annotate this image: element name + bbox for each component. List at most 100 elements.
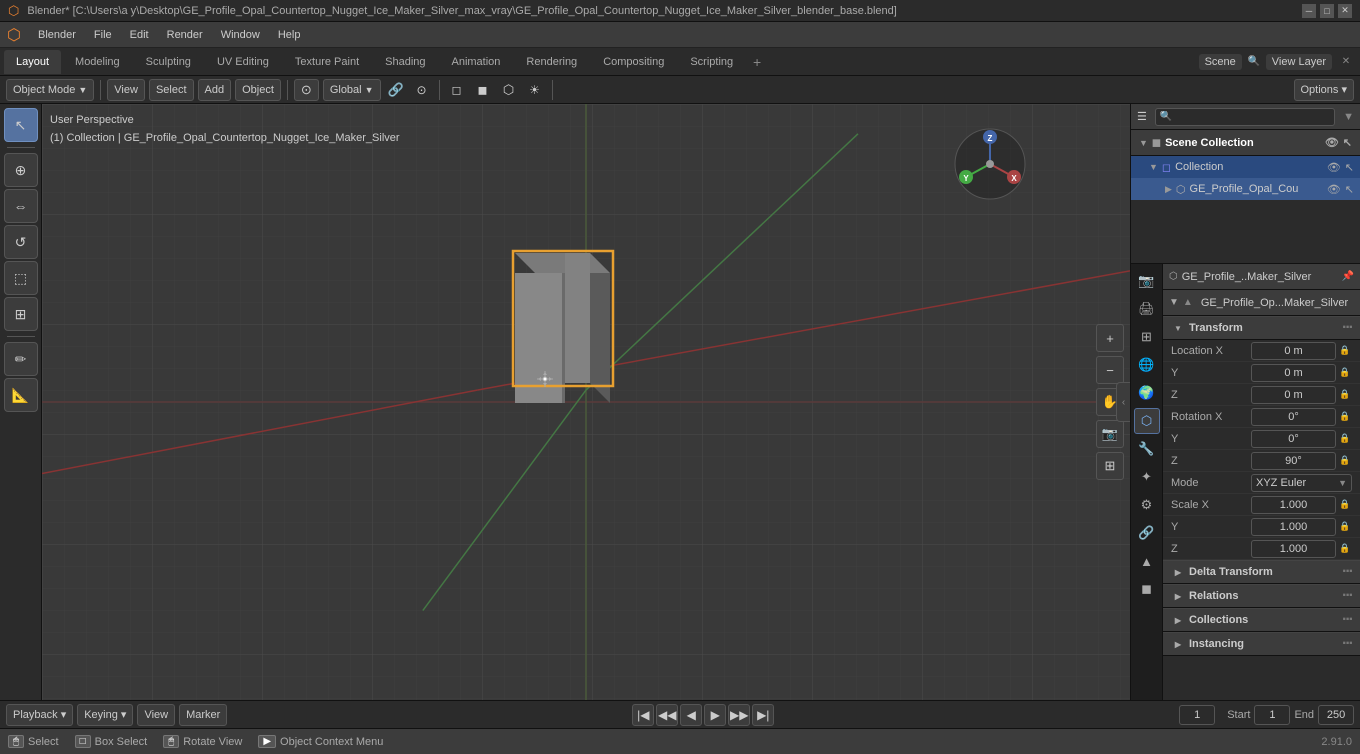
location-x-lock-icon[interactable]: 🔒 [1338, 344, 1352, 358]
material-properties-icon[interactable]: ◼ [1134, 576, 1160, 602]
outliner-search-input[interactable] [1155, 108, 1335, 126]
orientation-gizmo[interactable]: Z X Y [950, 124, 1030, 204]
rotation-z-lock-icon[interactable]: 🔒 [1338, 454, 1352, 468]
menu-window[interactable]: Window [213, 25, 268, 45]
transform-more-button[interactable]: ··· [1342, 319, 1352, 337]
scale-x-lock-icon[interactable]: 🔒 [1338, 498, 1352, 512]
viewport-shading-mode[interactable]: ⊙ [294, 79, 319, 101]
object-hide-icon[interactable]: 👁 [1327, 183, 1341, 196]
location-y-lock-icon[interactable]: 🔒 [1338, 366, 1352, 380]
zoom-in-button[interactable]: + [1096, 324, 1124, 352]
maximize-button[interactable]: □ [1320, 4, 1334, 18]
jump-back-button[interactable]: ◀ [680, 704, 702, 726]
tab-modeling[interactable]: Modeling [63, 50, 132, 74]
add-menu[interactable]: Add [198, 79, 232, 101]
relations-more-button[interactable]: ··· [1342, 587, 1352, 605]
jump-to-start-button[interactable]: |◀ [632, 704, 654, 726]
world-properties-icon[interactable]: 🌍 [1134, 380, 1160, 406]
global-transform-dropdown[interactable]: Global ▼ [323, 79, 381, 101]
rendered-preview-btn[interactable]: ☀ [524, 79, 546, 101]
active-object-item[interactable]: ▶ ⬡ GE_Profile_Opal_Cou 👁 ↖ [1131, 178, 1360, 200]
relations-section-header[interactable]: ▶ Relations ··· [1163, 584, 1360, 608]
collection-item[interactable]: ▼ ◻ Collection 👁 ↖ [1131, 156, 1360, 178]
location-z-field[interactable]: 0 m [1251, 386, 1336, 404]
options-dropdown[interactable]: Options ▾ [1294, 79, 1355, 101]
local-global-toggle[interactable]: ⊞ [1096, 452, 1124, 480]
tab-layout[interactable]: Layout [4, 50, 61, 74]
rotation-z-field[interactable]: 90° [1251, 452, 1336, 470]
transform-section-header[interactable]: ▼ Transform ··· [1163, 316, 1360, 340]
collections-more-button[interactable]: ··· [1342, 611, 1352, 629]
view-layer-properties-icon[interactable]: ⊞ [1134, 324, 1160, 350]
panel-collapse-button[interactable]: ‹ [1116, 382, 1130, 422]
tab-uv-editing[interactable]: UV Editing [205, 50, 281, 74]
delta-more-button[interactable]: ··· [1342, 563, 1352, 581]
render-properties-icon[interactable]: 📷 [1134, 268, 1160, 294]
scene-name[interactable]: Scene [1199, 54, 1242, 70]
menu-file[interactable]: File [86, 25, 120, 45]
tab-compositing[interactable]: Compositing [591, 50, 676, 74]
jump-forward-button[interactable]: ▶▶ [728, 704, 750, 726]
zoom-out-button[interactable]: − [1096, 356, 1124, 384]
move-tool-button[interactable]: ⇔ [4, 189, 38, 223]
view-layer-close-icon[interactable]: ✕ [1336, 52, 1356, 72]
marker-dropdown[interactable]: Marker [179, 704, 227, 726]
select-menu[interactable]: Select [149, 79, 194, 101]
scale-z-field[interactable]: 1.000 [1251, 540, 1336, 558]
close-button[interactable]: ✕ [1338, 4, 1352, 18]
tab-rendering[interactable]: Rendering [514, 50, 589, 74]
scene-selector[interactable]: Scene [1199, 54, 1242, 70]
blender-logo[interactable]: ⬡ [4, 25, 24, 45]
play-button[interactable]: ▶ [704, 704, 726, 726]
menu-help[interactable]: Help [270, 25, 309, 45]
scene-hide-icon[interactable]: 👁 [1325, 136, 1339, 149]
location-x-field[interactable]: 0 m [1251, 342, 1336, 360]
mesh-data-field[interactable]: ▼ ▲ GE_Profile_Op...Maker_Silver [1163, 290, 1360, 316]
scale-z-lock-icon[interactable]: 🔒 [1338, 542, 1352, 556]
instancing-section-header[interactable]: ▶ Instancing ··· [1163, 632, 1360, 656]
select-tool-button[interactable]: ↖ [4, 108, 38, 142]
material-preview-btn[interactable]: ⬡ [498, 79, 520, 101]
keying-dropdown[interactable]: Keying ▾ [77, 704, 133, 726]
object-mode-dropdown[interactable]: Object Mode ▼ [6, 79, 94, 101]
transform-tool-button[interactable]: ⊞ [4, 297, 38, 331]
scale-tool-button[interactable]: ⬚ [4, 261, 38, 295]
object-name-field[interactable]: ⬡ GE_Profile_..Maker_Silver 📌 [1163, 264, 1360, 290]
annotate-tool-button[interactable]: ✏ [4, 342, 38, 376]
view-menu[interactable]: View [107, 79, 145, 101]
constraints-properties-icon[interactable]: 🔗 [1134, 520, 1160, 546]
add-workspace-tab-button[interactable]: + [747, 52, 767, 72]
location-z-lock-icon[interactable]: 🔒 [1338, 388, 1352, 402]
tab-shading[interactable]: Shading [373, 50, 437, 74]
rotation-x-lock-icon[interactable]: 🔒 [1338, 410, 1352, 424]
rotation-x-field[interactable]: 0° [1251, 408, 1336, 426]
view-dropdown[interactable]: View [137, 704, 175, 726]
instancing-more-button[interactable]: ··· [1342, 635, 1352, 653]
physics-properties-icon[interactable]: ⚙ [1134, 492, 1160, 518]
collection-select-icon[interactable]: ↖ [1345, 161, 1354, 174]
current-frame-number[interactable]: 1 [1179, 705, 1215, 725]
scene-properties-icon[interactable]: 🌐 [1134, 352, 1160, 378]
tab-sculpting[interactable]: Sculpting [134, 50, 203, 74]
measure-tool-button[interactable]: 📐 [4, 378, 38, 412]
delta-transform-section-header[interactable]: ▶ Delta Transform ··· [1163, 560, 1360, 584]
camera-button[interactable]: 📷 [1096, 420, 1124, 448]
rotation-y-field[interactable]: 0° [1251, 430, 1336, 448]
end-frame-field[interactable]: 250 [1318, 705, 1354, 725]
playback-dropdown[interactable]: Playback ▾ [6, 704, 73, 726]
cursor-tool-button[interactable]: ⊕ [4, 153, 38, 187]
step-back-button[interactable]: ◀◀ [656, 704, 678, 726]
menu-blender[interactable]: Blender [30, 25, 84, 45]
data-properties-icon[interactable]: ▲ [1134, 548, 1160, 574]
tab-animation[interactable]: Animation [440, 50, 513, 74]
particles-properties-icon[interactable]: ✦ [1134, 464, 1160, 490]
object-properties-icon[interactable]: ⬡ [1134, 408, 1160, 434]
solid-shading-btn[interactable]: ◼ [472, 79, 494, 101]
tab-scripting[interactable]: Scripting [678, 50, 745, 74]
rotation-y-lock-icon[interactable]: 🔒 [1338, 432, 1352, 446]
scene-select-icon[interactable]: ↖ [1343, 136, 1352, 149]
menu-render[interactable]: Render [159, 25, 211, 45]
modifier-properties-icon[interactable]: 🔧 [1134, 436, 1160, 462]
location-y-field[interactable]: 0 m [1251, 364, 1336, 382]
collections-section-header[interactable]: ▶ Collections ··· [1163, 608, 1360, 632]
